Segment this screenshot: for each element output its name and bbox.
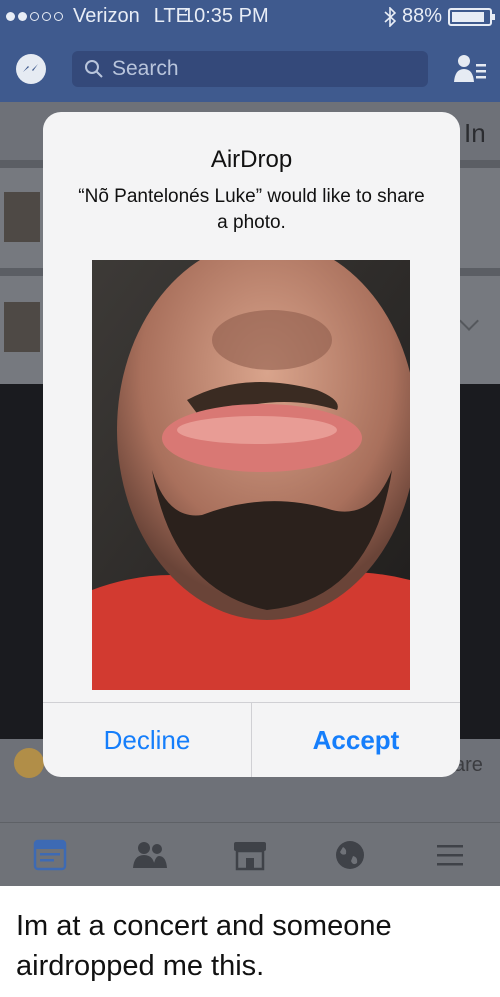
meme-caption: Im at a concert and someone airdropped m… xyxy=(16,910,392,982)
crying-emoji-icon xyxy=(14,748,44,778)
search-placeholder: Search xyxy=(112,57,179,80)
globe-icon[interactable] xyxy=(330,835,370,875)
carrier-name: Verizon xyxy=(73,5,140,27)
search-bar[interactable]: Search xyxy=(72,51,428,87)
nav-bar: Search xyxy=(0,34,500,102)
battery-percent: 88% xyxy=(401,5,442,27)
feed-partial-text: In xyxy=(464,118,486,148)
decline-button[interactable]: Decline xyxy=(43,703,252,777)
search-icon xyxy=(85,60,103,78)
tab-bar xyxy=(0,822,500,886)
airdrop-alert: AirDrop “Nõ Pantelonés Luke” would like … xyxy=(43,112,460,777)
menu-icon[interactable] xyxy=(430,835,470,875)
friend-requests-icon[interactable] xyxy=(452,52,488,86)
phone-screen: Verizon LTE 10:35 PM 88% Search In are A… xyxy=(0,0,500,886)
messenger-icon[interactable] xyxy=(16,54,46,84)
battery-icon xyxy=(448,7,495,26)
clock: 10:35 PM xyxy=(183,5,269,27)
bluetooth-icon xyxy=(384,6,396,27)
marketplace-icon[interactable] xyxy=(230,835,270,875)
feed-thumbnail xyxy=(4,192,40,242)
friends-icon[interactable] xyxy=(130,835,170,875)
signal-strength-icon xyxy=(6,12,63,21)
accept-button[interactable]: Accept xyxy=(252,703,460,777)
carrier-info: Verizon LTE xyxy=(6,5,189,28)
status-right: 88% xyxy=(384,5,495,28)
alert-button-row: Decline Accept xyxy=(43,702,460,777)
alert-title: AirDrop xyxy=(210,146,293,173)
feed-thumbnail xyxy=(4,302,40,352)
status-bar: Verizon LTE 10:35 PM 88% xyxy=(0,0,500,34)
shared-photo xyxy=(92,260,410,690)
news-feed-icon[interactable] xyxy=(30,835,70,875)
alert-message: “Nõ Pantelonés Luke” would like to share… xyxy=(78,186,425,233)
